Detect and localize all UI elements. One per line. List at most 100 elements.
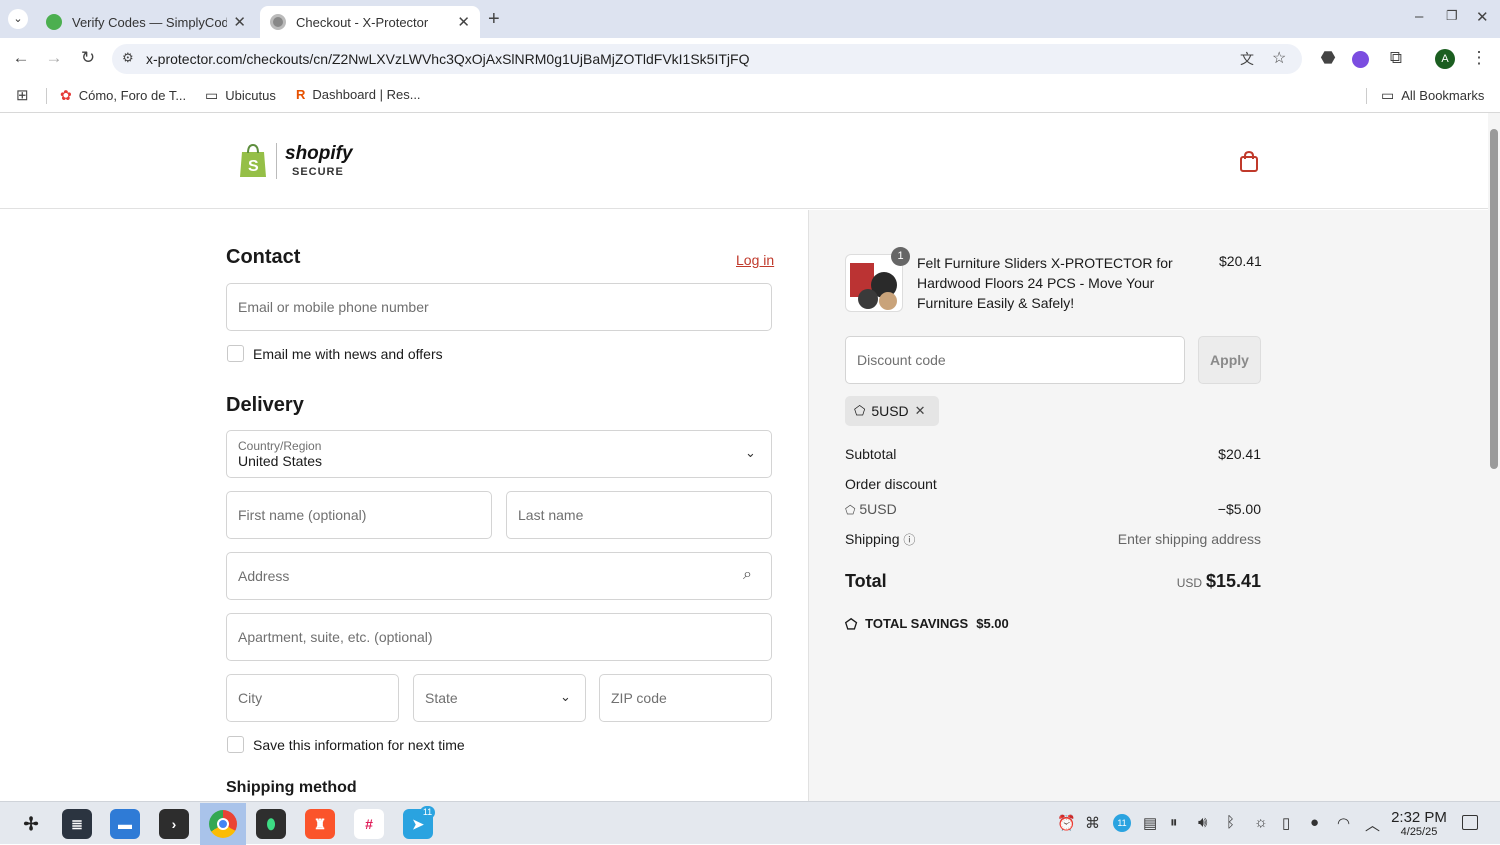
scrollbar-thumb[interactable] xyxy=(1490,129,1498,469)
clipboard-icon[interactable]: ▤ xyxy=(1143,814,1157,832)
subtotal-row: Subtotal $20.41 xyxy=(845,446,1261,462)
microphone-icon[interactable]: ● xyxy=(1310,814,1319,831)
cart-bag-icon[interactable] xyxy=(1239,150,1259,176)
zip-field[interactable]: ZIP code xyxy=(599,674,772,722)
login-link[interactable]: Log in xyxy=(736,252,774,268)
state-select[interactable]: State ⌄ xyxy=(413,674,586,722)
apartment-field[interactable]: Apartment, suite, etc. (optional) xyxy=(226,613,772,661)
android-app-icon[interactable]: ⬮ xyxy=(256,809,286,839)
last-name-field[interactable]: Last name xyxy=(506,491,772,539)
country-value: United States xyxy=(238,453,323,469)
page-scrollbar[interactable] xyxy=(1488,113,1500,801)
reload-icon[interactable]: ↻ xyxy=(77,48,99,68)
restore-icon[interactable]: ❐ xyxy=(1446,8,1458,24)
order-summary: 1 Felt Furniture Sliders X-PROTECTOR for… xyxy=(808,210,1488,801)
news-checkbox-label: Email me with news and offers xyxy=(253,346,443,362)
slack-tray-icon[interactable]: ⌘ xyxy=(1085,814,1100,832)
bookmark-item[interactable]: ✿ Cómo, Foro de T... xyxy=(60,87,186,104)
tab-search-icon[interactable]: ⌄ xyxy=(8,9,28,29)
extensions-puzzle-icon[interactable]: ⧉ xyxy=(1385,48,1407,68)
remove-discount-icon[interactable]: ✕ xyxy=(915,403,926,419)
discount-code-field[interactable]: Discount code xyxy=(845,336,1185,384)
all-bookmarks[interactable]: ▭ All Bookmarks xyxy=(1381,87,1484,104)
bookmark-item[interactable]: R Dashboard | Res... xyxy=(296,87,421,102)
address-field[interactable]: Address ⌕ xyxy=(226,552,772,600)
shipping-row: Shipping ⓘ Enter shipping address xyxy=(845,531,1261,548)
forward-icon[interactable]: → xyxy=(43,48,65,68)
order-discount-row: Order discount xyxy=(845,476,1261,492)
email-field[interactable]: Email or mobile phone number xyxy=(226,283,772,331)
tab-checkout[interactable]: Checkout - X-Protector ✕ xyxy=(260,6,480,38)
shopify-bag-icon: S xyxy=(238,143,268,179)
savings-label: TOTAL SAVINGS xyxy=(865,616,969,631)
savings-value: $5.00 xyxy=(976,616,1009,631)
help-circle-icon[interactable]: ⓘ xyxy=(903,533,915,547)
applied-discount-tag: ⬠ 5USD ✕ xyxy=(845,396,939,426)
delivery-heading: Delivery xyxy=(226,394,304,416)
first-name-field[interactable]: First name (optional) xyxy=(226,491,492,539)
apps-grid-icon[interactable]: ⊞ xyxy=(16,86,29,104)
city-field[interactable]: City xyxy=(226,674,399,722)
tab-verify-codes[interactable]: Verify Codes — SimplyCodes ✕ xyxy=(36,6,256,38)
shopify-logo-text: shopify xyxy=(285,143,353,164)
close-tab-icon[interactable]: ✕ xyxy=(233,13,246,31)
menu-kebab-icon[interactable]: ⋮ xyxy=(1468,48,1490,68)
chevron-down-icon: ⌄ xyxy=(560,689,571,704)
notifications-icon[interactable] xyxy=(1462,815,1478,830)
currency-label: USD xyxy=(1176,576,1203,590)
logo-divider xyxy=(276,143,277,179)
divider xyxy=(46,88,47,104)
country-select[interactable]: Country/Region United States ⌄ xyxy=(226,430,772,478)
extension-robot-icon[interactable]: ⬣ xyxy=(1317,48,1339,68)
new-tab-button[interactable]: + xyxy=(488,8,500,31)
close-window-icon[interactable]: ✕ xyxy=(1476,8,1489,26)
save-info-checkbox[interactable] xyxy=(227,736,244,753)
close-tab-icon[interactable]: ✕ xyxy=(457,13,470,31)
brightness-icon[interactable]: ☼ xyxy=(1254,814,1268,831)
bookmark-label: Dashboard | Res... xyxy=(312,87,421,102)
apply-button[interactable]: Apply xyxy=(1198,336,1261,384)
volume-icon[interactable]: 🔊︎ xyxy=(1198,814,1207,831)
bookmark-star-icon[interactable]: ☆ xyxy=(1272,48,1286,68)
url-text: x-protector.com/checkouts/cn/Z2NwLXVzLWV… xyxy=(146,51,750,67)
site-settings-icon[interactable]: ⚙ xyxy=(122,50,134,66)
telegram-badge: 11 xyxy=(420,806,435,819)
telegram-tray-icon[interactable]: 11 xyxy=(1113,814,1131,832)
bluetooth-icon[interactable]: ᛒ xyxy=(1226,814,1235,831)
shipping-label: Shipping xyxy=(845,531,900,547)
brave-icon[interactable]: ♜ xyxy=(305,809,335,839)
product-name: Felt Furniture Sliders X-PROTECTOR for H… xyxy=(917,255,1173,311)
total-label: Total xyxy=(845,571,887,591)
extension-purple-icon[interactable] xyxy=(1352,51,1369,68)
launcher-icon[interactable]: ✢ xyxy=(16,809,46,839)
news-checkbox[interactable] xyxy=(227,345,244,362)
tray-expand-icon[interactable]: ︿ xyxy=(1365,814,1380,835)
translate-icon[interactable]: 文 xyxy=(1240,49,1254,69)
pause-icon[interactable]: ⏸ xyxy=(1170,814,1178,831)
profile-avatar[interactable]: A xyxy=(1435,49,1455,69)
total-savings: ⬠ TOTAL SAVINGS $5.00 xyxy=(845,616,1009,633)
terminal-icon[interactable]: › xyxy=(159,809,189,839)
battery-icon[interactable]: ▯ xyxy=(1282,814,1290,832)
os-taskbar: ✢ ≣ ▬ › ⬮ ♜ # ➤ 11 ⏰ ⌘ 11 ▤ ⏸ 🔊︎ ᛒ ☼ ▯ ●… xyxy=(0,801,1500,845)
chrome-taskbar-active[interactable] xyxy=(200,803,246,845)
simplycodes-favicon-icon xyxy=(46,14,62,30)
back-icon[interactable]: ← xyxy=(10,48,32,68)
bookmark-r-icon: R xyxy=(296,87,306,102)
bookmark-item[interactable]: ▭ Ubicutus xyxy=(205,87,276,104)
clock-time[interactable]: 2:32 PM xyxy=(1390,809,1448,826)
shipping-value: Enter shipping address xyxy=(1117,531,1261,547)
alarm-icon[interactable]: ⏰ xyxy=(1057,814,1076,832)
subtotal-label: Subtotal xyxy=(845,446,897,462)
tab-title: Verify Codes — SimplyCodes xyxy=(72,14,228,30)
address-bar[interactable]: ⚙ x-protector.com/checkouts/cn/Z2NwLXVzL… xyxy=(112,44,1302,74)
slack-icon[interactable]: # xyxy=(354,809,384,839)
files-icon[interactable]: ▬ xyxy=(110,809,140,839)
system-monitor-icon[interactable]: ≣ xyxy=(62,809,92,839)
address-placeholder: Address xyxy=(238,568,290,584)
clock-date[interactable]: 4/25/25 xyxy=(1390,826,1448,838)
minimize-icon[interactable]: – xyxy=(1415,8,1423,25)
tag-icon: ⬠ xyxy=(845,616,858,632)
tag-icon: ⬠ xyxy=(854,403,866,418)
wifi-icon[interactable]: ◠ xyxy=(1337,814,1350,832)
